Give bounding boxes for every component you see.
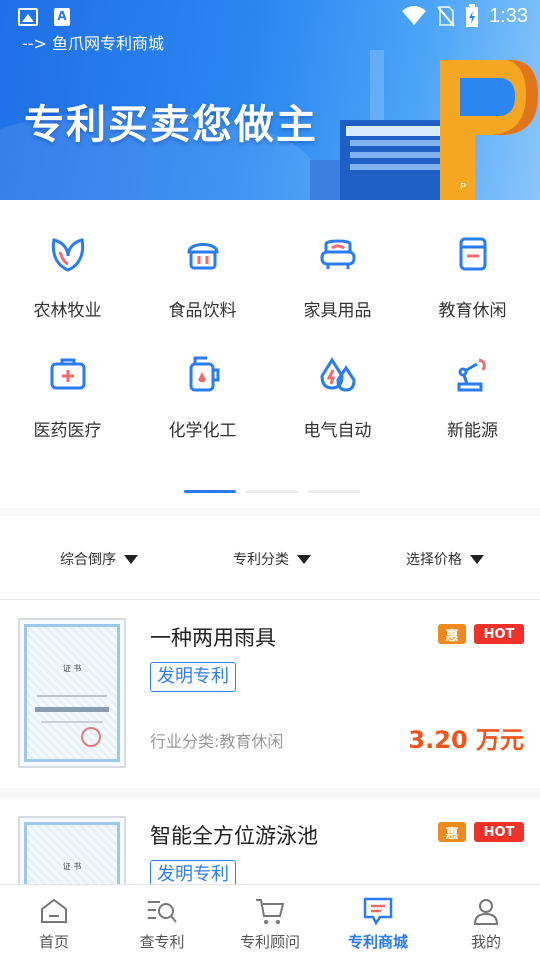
discount-badge: 惠 <box>438 624 466 644</box>
hot-badge: HOT <box>474 822 524 842</box>
wifi-icon <box>402 6 427 25</box>
category-label: 新能源 <box>447 421 498 441</box>
category-item-chemical[interactable]: 化学化工 <box>135 350 270 470</box>
nav-item-mall[interactable]: 专利商城 <box>324 885 432 960</box>
product-card[interactable]: 证 书 一种两用雨具 惠 HOT 发明专利 行业分类:教育休闲 3.20 万元 <box>0 600 540 790</box>
category-pager <box>184 490 360 493</box>
armchair-icon <box>316 232 360 276</box>
nav-label: 首页 <box>38 933 69 951</box>
category-label: 电气自动 <box>303 421 372 441</box>
category-item-new-energy[interactable]: 新能源 <box>405 350 540 470</box>
category-item-education[interactable]: 教育休闲 <box>405 230 540 350</box>
robot-arm-icon <box>451 352 495 396</box>
filter-category[interactable]: 专利分类 <box>233 549 311 569</box>
product-industry: 行业分类:教育休闲 <box>150 732 284 751</box>
filter-label: 专利分类 <box>233 552 289 568</box>
patent-type-tag: 发明专利 <box>150 662 236 692</box>
nav-label: 专利商城 <box>347 933 408 951</box>
bottom-nav: 首页 查专利 专利顾问 专利商城 我的 <box>0 884 540 960</box>
seal-icon <box>81 727 101 747</box>
certificate-title: 证 书 <box>62 862 82 871</box>
category-label: 家具用品 <box>303 301 372 321</box>
nav-label: 专利顾问 <box>239 933 300 951</box>
nav-item-advisor[interactable]: 专利顾问 <box>216 885 324 960</box>
cart-icon <box>254 895 286 927</box>
a-icon: A <box>54 8 70 26</box>
caret-down-icon <box>470 554 484 564</box>
nav-item-profile[interactable]: 我的 <box>432 885 540 960</box>
list-divider <box>0 788 540 798</box>
category-item-medical[interactable]: 医药医疗 <box>0 350 135 470</box>
category-item-food[interactable]: 食品饮料 <box>135 230 270 350</box>
cupcake-icon <box>181 232 225 276</box>
electric-drop-icon <box>316 352 360 396</box>
message-icon <box>362 895 394 927</box>
nav-label: 我的 <box>470 933 501 951</box>
pager-dot <box>246 490 298 493</box>
discount-badge: 惠 <box>438 822 466 842</box>
nav-item-search-patent[interactable]: 查专利 <box>108 885 216 960</box>
search-list-icon <box>146 895 178 927</box>
pager-dot-active <box>184 490 236 493</box>
banner-link[interactable]: --> 鱼爪网专利商城 <box>22 30 164 54</box>
banner-slogan: 专利买卖您做主 <box>24 102 318 148</box>
no-sim-icon <box>437 6 455 27</box>
image-icon <box>18 8 38 26</box>
product-price: 3.20 万元 <box>408 726 524 754</box>
filter-sort[interactable]: 综合倒序 <box>60 549 138 569</box>
category-item-electric[interactable]: 电气自动 <box>270 350 405 470</box>
nav-label: 查专利 <box>139 933 185 951</box>
product-title: 一种两用雨具 <box>150 626 276 650</box>
category-label: 化学化工 <box>168 421 237 441</box>
medical-kit-icon <box>46 352 90 396</box>
filter-label: 选择价格 <box>406 552 462 568</box>
svg-text:P: P <box>460 182 466 193</box>
certificate-title: 证 书 <box>62 664 82 673</box>
filter-label: 综合倒序 <box>60 552 116 568</box>
category-item-furniture[interactable]: 家具用品 <box>270 230 405 350</box>
category-label: 农林牧业 <box>33 301 102 321</box>
banner[interactable]: A 1:33 --> 鱼爪网专利商城 专利买卖您做主 P <box>0 0 540 200</box>
home-icon <box>38 895 70 927</box>
category-grid: 农林牧业 食品饮料 家具用品 教育休闲 医药医疗 化学化工 电气自动 新能源 <box>0 200 540 510</box>
caret-down-icon <box>124 554 138 564</box>
caret-down-icon <box>297 554 311 564</box>
category-label: 教育休闲 <box>438 301 507 321</box>
product-title: 智能全方位游泳池 <box>150 824 318 848</box>
product-thumbnail: 证 书 <box>18 618 126 768</box>
nav-item-home[interactable]: 首页 <box>0 885 108 960</box>
banner-illustration: P <box>310 50 538 200</box>
chemical-bottle-icon <box>181 352 225 396</box>
clock: 1:33 <box>489 4 528 27</box>
leaf-icon <box>46 232 90 276</box>
book-icon <box>451 232 495 276</box>
category-label: 食品饮料 <box>168 301 237 321</box>
section-divider <box>0 508 540 516</box>
filter-price[interactable]: 选择价格 <box>406 549 484 569</box>
category-item-agriculture[interactable]: 农林牧业 <box>0 230 135 350</box>
battery-icon <box>466 4 479 27</box>
hot-badge: HOT <box>474 624 524 644</box>
category-label: 医药医疗 <box>33 421 102 441</box>
filter-bar: 综合倒序 专利分类 选择价格 <box>0 516 540 600</box>
pager-dot <box>308 490 360 493</box>
profile-icon <box>470 895 502 927</box>
